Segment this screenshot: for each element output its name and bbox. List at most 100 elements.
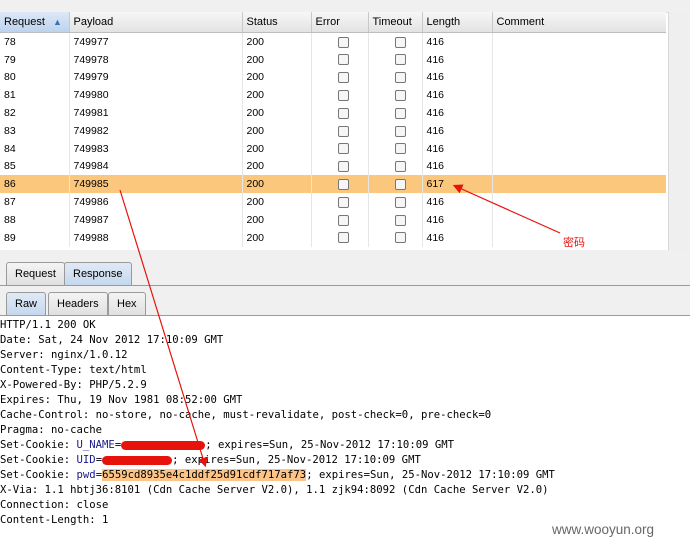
column-header-payload[interactable]: Payload: [69, 12, 243, 33]
payload-cell: 749986: [69, 193, 243, 211]
annotation-label: 密码: [563, 237, 585, 249]
status-cell: 200: [242, 68, 312, 87]
checkbox[interactable]: [337, 125, 349, 137]
checkbox[interactable]: [394, 196, 406, 208]
response-raw-view[interactable]: HTTP/1.1 200 OK Date: Sat, 24 Nov 2012 1…: [0, 316, 690, 543]
checkbox[interactable]: [394, 161, 406, 173]
checkbox[interactable]: [394, 107, 406, 119]
error-cell: [311, 86, 369, 105]
error-cell: [311, 104, 369, 122]
column-header-timeout[interactable]: Timeout: [368, 12, 423, 33]
header-connection: Connection: close: [0, 499, 109, 511]
request-cell: 82: [0, 104, 70, 122]
checkbox[interactable]: [337, 36, 349, 48]
checkbox[interactable]: [337, 196, 349, 208]
sort-ascending-icon: ▲: [52, 17, 62, 27]
request-cell: 85: [0, 157, 70, 176]
tab-hex[interactable]: Hex: [108, 292, 146, 315]
comment-cell: [492, 139, 666, 158]
checkbox[interactable]: [337, 54, 349, 66]
checkbox[interactable]: [337, 72, 349, 84]
checkbox[interactable]: [337, 90, 349, 101]
payload-cell: 749977: [69, 32, 243, 51]
table-row[interactable]: 83 749982 200 416: [0, 121, 666, 140]
checkbox[interactable]: [394, 36, 406, 48]
column-header-request[interactable]: Request ▲: [0, 12, 70, 33]
status-cell: 200: [242, 121, 312, 140]
table-row[interactable]: 79 749978 200 416: [0, 50, 666, 69]
checkbox[interactable]: [394, 72, 406, 84]
error-cell: [311, 139, 369, 158]
tab-request[interactable]: Request: [6, 262, 65, 285]
status-cell: 200: [242, 86, 312, 105]
status-cell: 200: [242, 104, 312, 122]
checkbox[interactable]: [394, 54, 406, 66]
timeout-cell: [368, 157, 423, 176]
error-cell: [311, 228, 369, 247]
payload-cell: 749985: [69, 175, 243, 194]
payload-cell: 749980: [69, 86, 243, 105]
header-date: Date: Sat, 24 Nov 2012 17:10:09 GMT: [0, 334, 224, 346]
checkbox[interactable]: [337, 161, 349, 173]
status-cell: 200: [242, 50, 312, 69]
watermark: www.wooyun.org: [552, 522, 655, 537]
header-cache-control: Cache-Control: no-store, no-cache, must-…: [0, 409, 492, 421]
table-row[interactable]: 87 749986 200 416: [0, 193, 666, 211]
length-cell: 416: [422, 50, 493, 69]
checkbox[interactable]: [394, 178, 406, 190]
checkbox[interactable]: [337, 107, 349, 119]
status-line: HTTP/1.1 200 OK: [0, 319, 96, 331]
column-header-error[interactable]: Error: [311, 12, 369, 33]
request-cell: 79: [0, 50, 70, 69]
payload-cell: 749987: [69, 210, 243, 229]
checkbox[interactable]: [394, 125, 406, 137]
column-header-comment[interactable]: Comment: [492, 12, 666, 33]
header-content-length: Content-Length: 1: [0, 514, 109, 526]
tab-raw[interactable]: Raw: [6, 292, 47, 315]
comment-cell: [492, 68, 666, 87]
status-cell: 200: [242, 193, 312, 211]
results-scrollbar[interactable]: [668, 12, 690, 250]
header-pragma: Pragma: no-cache: [0, 424, 103, 436]
status-cell: 200: [242, 32, 312, 51]
checkbox[interactable]: [394, 143, 406, 155]
table-row[interactable]: 88 749987 200 416: [0, 210, 666, 229]
length-cell: 416: [422, 86, 493, 105]
table-row[interactable]: 84 749983 200 416: [0, 139, 666, 158]
column-header-length[interactable]: Length: [422, 12, 493, 33]
checkbox[interactable]: [337, 178, 349, 190]
length-cell: 416: [422, 210, 493, 229]
checkbox[interactable]: [394, 232, 406, 244]
timeout-cell: [368, 121, 423, 140]
length-cell: 416: [422, 157, 493, 176]
timeout-cell: [368, 193, 423, 211]
payload-cell: 749981: [69, 104, 243, 122]
tab-response[interactable]: Response: [64, 262, 132, 285]
column-header-status[interactable]: Status: [242, 12, 312, 33]
checkbox[interactable]: [394, 90, 406, 101]
comment-cell: [492, 32, 666, 51]
table-row[interactable]: 86 749985 200 617: [0, 175, 666, 194]
payload-cell: 749978: [69, 50, 243, 69]
request-cell: 78: [0, 32, 70, 51]
request-cell: 89: [0, 228, 70, 247]
tab-headers[interactable]: Headers: [48, 292, 108, 315]
checkbox[interactable]: [337, 143, 349, 155]
table-row[interactable]: 81 749980 200 416: [0, 86, 666, 105]
table-row[interactable]: 80 749979 200 416: [0, 68, 666, 87]
comment-cell: [492, 86, 666, 105]
request-cell: 87: [0, 193, 70, 211]
header-set-cookie-uname: Set-Cookie: U_NAME=; expires=Sun, 25-Nov…: [0, 439, 454, 451]
table-row[interactable]: 78 749977 200 416: [0, 32, 666, 51]
table-row[interactable]: 82 749981 200 416: [0, 104, 666, 122]
comment-cell: [492, 157, 666, 176]
status-cell: 200: [242, 157, 312, 176]
request-cell: 83: [0, 121, 70, 140]
request-cell: 81: [0, 86, 70, 105]
checkbox[interactable]: [394, 214, 406, 226]
table-row[interactable]: 85 749984 200 416: [0, 157, 666, 176]
length-cell: 416: [422, 121, 493, 140]
checkbox[interactable]: [337, 232, 349, 244]
checkbox[interactable]: [337, 214, 349, 226]
length-cell: 416: [422, 32, 493, 51]
